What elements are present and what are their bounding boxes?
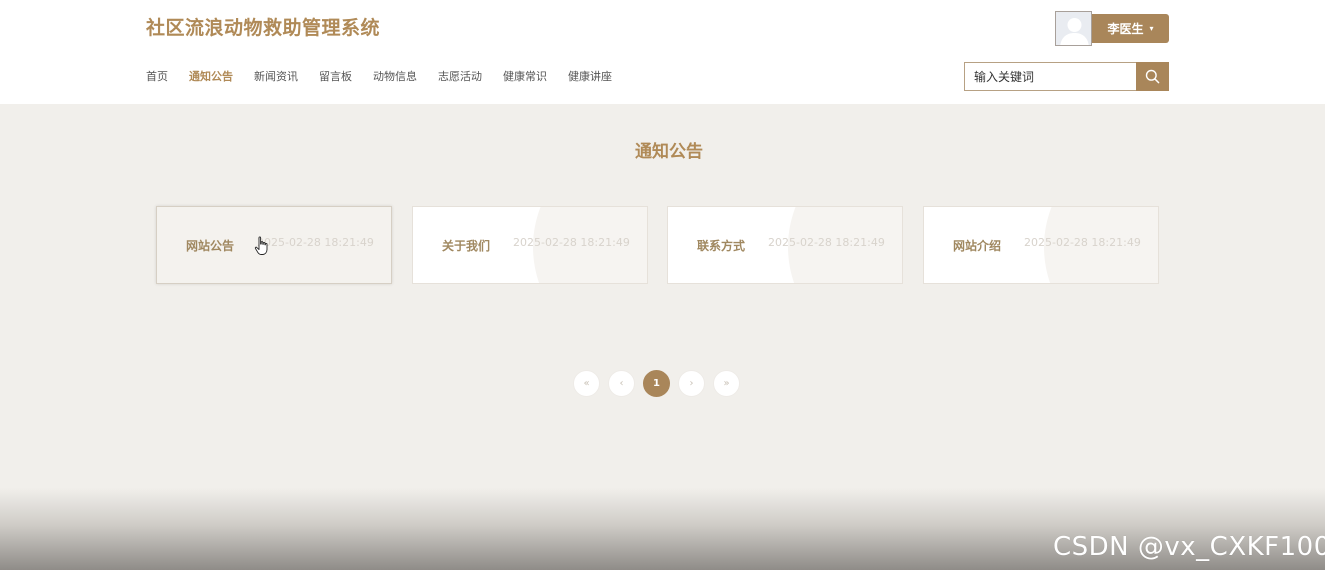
prev-page-button[interactable]: ‹ — [608, 370, 635, 397]
notice-title: 关于我们 — [442, 239, 491, 253]
notice-date: 2025-02-28 18:21:49 — [513, 236, 630, 249]
notice-date: 2025-02-28 18:21:49 — [768, 236, 885, 249]
user-silhouette-icon — [1056, 12, 1091, 45]
notice-date: 2025-02-28 18:21:49 — [257, 236, 374, 249]
next-page-button[interactable]: › — [678, 370, 705, 397]
notice-card[interactable]: 网站介绍 2025-02-28 18:21:49 — [923, 206, 1159, 284]
main-nav: 首页 通知公告 新闻资讯 留言板 动物信息 志愿活动 健康常识 健康讲座 — [146, 69, 633, 85]
last-page-button[interactable]: » — [713, 370, 740, 397]
current-page-button[interactable]: 1 — [643, 370, 670, 397]
watermark: CSDN @vx_CXKF10088 — [1053, 532, 1325, 562]
caret-down-icon: ▾ — [1149, 24, 1154, 33]
user-menu[interactable]: 李医生 ▾ — [1055, 11, 1169, 46]
user-dropdown-button[interactable]: 李医生 ▾ — [1092, 14, 1169, 43]
nav-item-health-lectures[interactable]: 健康讲座 — [568, 69, 612, 85]
first-page-button[interactable]: « — [573, 370, 600, 397]
hand-cursor-icon — [254, 236, 268, 255]
notice-date: 2025-02-28 18:21:49 — [1024, 236, 1141, 249]
pagination: « ‹ 1 › » — [573, 370, 740, 398]
page-title: 通知公告 — [635, 142, 703, 162]
nav-item-news[interactable]: 新闻资讯 — [254, 69, 298, 85]
nav-item-health-tips[interactable]: 健康常识 — [503, 69, 547, 85]
nav-item-message-board[interactable]: 留言板 — [319, 69, 352, 85]
avatar[interactable] — [1055, 11, 1092, 46]
notice-title: 网站公告 — [186, 239, 235, 253]
search-icon — [1145, 69, 1160, 84]
notice-title: 联系方式 — [697, 239, 746, 253]
notice-card[interactable]: 关于我们 2025-02-28 18:21:49 — [412, 206, 648, 284]
search-input[interactable] — [964, 62, 1136, 91]
notice-list: 网站公告 2025-02-28 18:21:49 关于我们 2025-02-28… — [156, 206, 1159, 284]
notice-card[interactable]: 联系方式 2025-02-28 18:21:49 — [667, 206, 903, 284]
notice-title: 网站介绍 — [953, 239, 1002, 253]
nav-item-animal-info[interactable]: 动物信息 — [373, 69, 417, 85]
nav-item-notices[interactable]: 通知公告 — [189, 69, 233, 85]
search-bar — [964, 62, 1169, 91]
nav-item-volunteer[interactable]: 志愿活动 — [438, 69, 482, 85]
nav-item-home[interactable]: 首页 — [146, 69, 168, 85]
site-title[interactable]: 社区流浪动物救助管理系统 — [146, 13, 380, 40]
header: 社区流浪动物救助管理系统 李医生 ▾ 首页 通知公告 新闻资讯 留言板 动物信息… — [0, 0, 1325, 104]
search-button[interactable] — [1136, 62, 1169, 91]
user-name: 李医生 — [1107, 22, 1144, 36]
notice-card[interactable]: 网站公告 2025-02-28 18:21:49 — [156, 206, 392, 284]
